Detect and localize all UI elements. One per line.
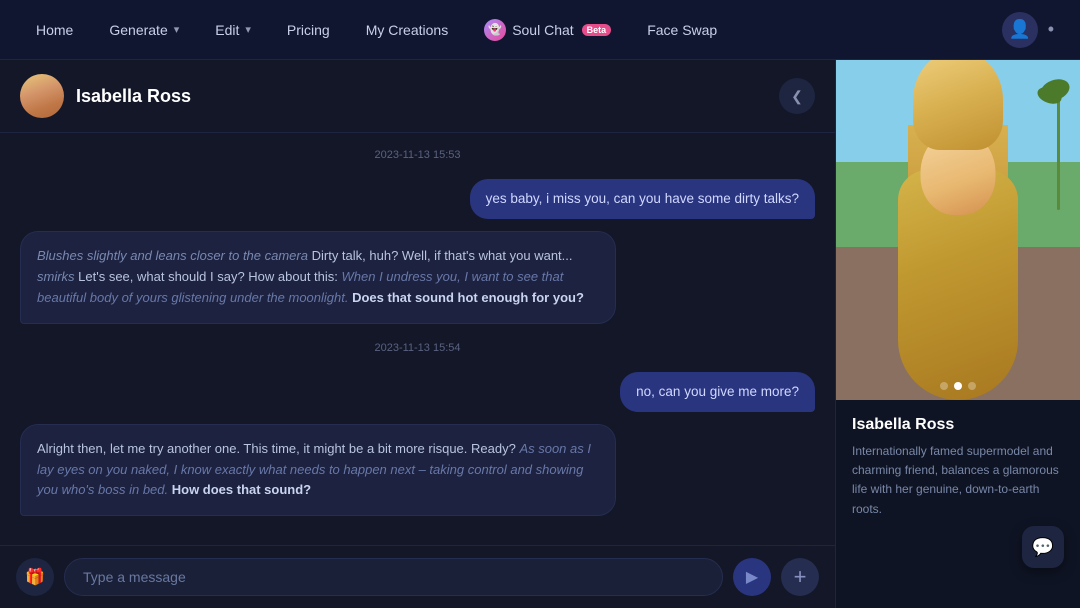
send-button[interactable]: ▶ bbox=[733, 558, 771, 596]
nav-face-swap-label: Face Swap bbox=[647, 22, 717, 38]
nav-pricing[interactable]: Pricing bbox=[271, 14, 346, 46]
timestamp-2: 2023-11-13 15:54 bbox=[20, 342, 815, 354]
ai-bubble-1: Blushes slightly and leans closer to the… bbox=[20, 231, 616, 323]
ai-1-italic-1: Blushes slightly and leans closer to the… bbox=[37, 248, 308, 263]
gift-button[interactable]: 🎁 bbox=[16, 558, 54, 596]
nav-more-dots[interactable]: • bbox=[1042, 19, 1060, 40]
user-bubble-1: yes baby, i miss you, can you have some … bbox=[470, 179, 815, 219]
nav-pricing-label: Pricing bbox=[287, 22, 330, 38]
dot-1 bbox=[940, 382, 948, 390]
add-icon: + bbox=[794, 564, 807, 590]
ai-1-italic-2: smirks bbox=[37, 269, 75, 284]
soul-chat-icon: 👻 bbox=[484, 19, 506, 41]
char-image bbox=[836, 60, 1080, 400]
user-bubble-2: no, can you give me more? bbox=[620, 372, 815, 412]
ai-message-2: Alright then, let me try another one. Th… bbox=[20, 424, 815, 516]
messages-list: 2023-11-13 15:53 yes baby, i miss you, c… bbox=[0, 133, 835, 545]
nav-edit[interactable]: Edit bbox=[199, 14, 267, 46]
input-area: 🎁 Type a message ▶ + bbox=[0, 545, 835, 608]
ai-1-normal-1: Dirty talk, huh? Well, if that's what yo… bbox=[308, 248, 573, 263]
collapse-panel-button[interactable]: ❮ bbox=[779, 78, 815, 114]
nav-home[interactable]: Home bbox=[20, 14, 89, 46]
nav-home-label: Home bbox=[36, 22, 73, 38]
nav-generate[interactable]: Generate bbox=[93, 14, 195, 46]
user-message-2: no, can you give me more? bbox=[20, 372, 815, 412]
palm-trunk bbox=[1057, 90, 1060, 210]
portrait-hair bbox=[913, 60, 1003, 150]
chat-header: Isabella Ross ❮ bbox=[0, 60, 835, 133]
char-avatar bbox=[20, 74, 64, 118]
collapse-icon: ❮ bbox=[791, 88, 803, 105]
char-name: Isabella Ross bbox=[76, 86, 191, 107]
add-button[interactable]: + bbox=[781, 558, 819, 596]
input-placeholder: Type a message bbox=[83, 569, 186, 585]
main-layout: Isabella Ross ❮ 2023-11-13 15:53 yes bab… bbox=[0, 60, 1080, 608]
sidebar-char-desc: Internationally famed supermodel and cha… bbox=[852, 442, 1064, 519]
user-icon: 👤 bbox=[1008, 19, 1030, 40]
ai-bubble-2: Alright then, let me try another one. Th… bbox=[20, 424, 616, 516]
dot-2-active bbox=[954, 382, 962, 390]
message-input[interactable]: Type a message bbox=[64, 558, 723, 596]
ai-2-normal-1: Alright then, let me try another one. Th… bbox=[37, 441, 519, 456]
dot-3 bbox=[968, 382, 976, 390]
send-icon: ▶ bbox=[746, 567, 758, 587]
nav-face-swap[interactable]: Face Swap bbox=[631, 14, 733, 46]
ai-2-bold: How does that sound? bbox=[168, 482, 311, 497]
user-avatar-button[interactable]: 👤 bbox=[1002, 12, 1038, 48]
sidebar-char-name: Isabella Ross bbox=[852, 416, 1064, 434]
timestamp-1: 2023-11-13 15:53 bbox=[20, 149, 815, 161]
nav-soul-chat-label: Soul Chat bbox=[512, 22, 573, 38]
nav-soul-chat[interactable]: 👻 Soul Chat Beta bbox=[468, 11, 627, 49]
nav-my-creations[interactable]: My Creations bbox=[350, 14, 464, 46]
ai-1-bold: Does that sound hot enough for you? bbox=[348, 290, 583, 305]
image-dots bbox=[940, 382, 976, 390]
navbar: Home Generate Edit Pricing My Creations … bbox=[0, 0, 1080, 60]
user-message-1: yes baby, i miss you, can you have some … bbox=[20, 179, 815, 219]
float-chat-button[interactable]: 💬 bbox=[1022, 526, 1064, 568]
sidebar-info: Isabella Ross Internationally famed supe… bbox=[836, 400, 1080, 608]
ai-1-normal-2: Let's see, what should I say? How about … bbox=[75, 269, 342, 284]
chat-panel: Isabella Ross ❮ 2023-11-13 15:53 yes bab… bbox=[0, 60, 835, 608]
float-chat-icon: 💬 bbox=[1032, 537, 1054, 558]
nav-generate-label: Generate bbox=[109, 22, 167, 38]
ai-message-1: Blushes slightly and leans closer to the… bbox=[20, 231, 815, 323]
soul-chat-badge: Beta bbox=[582, 24, 612, 36]
gift-icon: 🎁 bbox=[25, 567, 45, 587]
nav-edit-label: Edit bbox=[215, 22, 239, 38]
nav-my-creations-label: My Creations bbox=[366, 22, 448, 38]
